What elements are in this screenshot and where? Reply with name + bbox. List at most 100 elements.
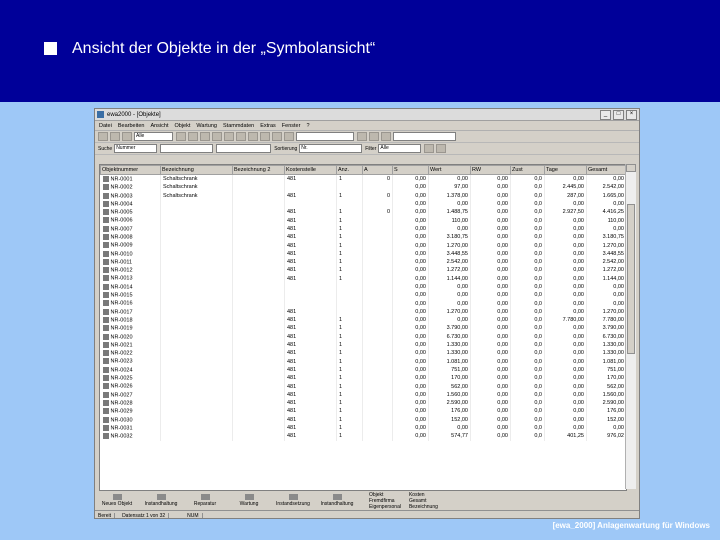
- clear-filter-icon[interactable]: [436, 144, 447, 153]
- search-combo[interactable]: Nummer: [114, 144, 158, 153]
- table-row[interactable]: NR-0019 481 1 0,00 3.790,00 0,00 0,0 0,00 3.790,…: [100, 324, 626, 333]
- column-header[interactable]: Zust: [510, 165, 545, 175]
- table-cell: NR-0001: [100, 174, 161, 184]
- table-row[interactable]: NR-0014 0,00 0,00 0,00 0,0 0,00 0,00: [100, 282, 626, 292]
- column-header[interactable]: A: [362, 165, 393, 175]
- preview-icon[interactable]: [188, 132, 198, 141]
- table-row[interactable]: NR-0018 481 1 0,00 0,00 0,00 0,0 7.780,00 7.780,…: [100, 316, 626, 325]
- table-cell: 0,00: [470, 432, 511, 441]
- column-header[interactable]: Anz.: [336, 165, 363, 175]
- scroll-up-arrow-icon[interactable]: [626, 164, 636, 172]
- table-row[interactable]: NR-0028 481 1 0,00 2.590,00 0,00 0,0 0,00 2.590,…: [100, 399, 626, 408]
- status-text: Bereit: [95, 512, 116, 518]
- menu-fenster[interactable]: Fenster: [282, 123, 301, 129]
- table-row[interactable]: NR-0026 481 1 0,00 562,00 0,00 0,0 0,00 562,00: [100, 382, 626, 391]
- menu-ansicht[interactable]: Ansicht: [150, 123, 168, 129]
- menu-datei[interactable]: Datei: [99, 123, 112, 129]
- table-cell: [362, 382, 393, 391]
- table-row[interactable]: NR-0013 481 1 0,00 1.144,00 0,00 0,0 0,00 1.144,…: [100, 274, 626, 283]
- close-button[interactable]: ×: [626, 109, 637, 120]
- column-header[interactable]: Gesamt: [586, 165, 626, 175]
- list-view-icon[interactable]: [357, 132, 367, 141]
- table-row[interactable]: NR-0001 Schaltschrank 481 1 0 0,00 0,00 0,00 0,0…: [100, 174, 626, 184]
- table-row[interactable]: NR-0017 481 0,00 1.270,00 0,00 0,0 0,00 1.270,0…: [100, 307, 626, 317]
- table-row[interactable]: NR-0011 481 1 0,00 2.542,00 0,00 0,0 0,00 2.542,…: [100, 257, 626, 267]
- column-header[interactable]: Objektnummer: [100, 165, 161, 175]
- table-row[interactable]: NR-0008 481 1 0,00 3.180,75 0,00 0,0 0,00 3.180,…: [100, 233, 626, 242]
- column-header[interactable]: Tage: [544, 165, 587, 175]
- table-row[interactable]: NR-0025 481 1 0,00 170,00 0,00 0,0 0,00 170,00: [100, 374, 626, 383]
- object-number: NR-0002: [110, 184, 133, 191]
- table-row[interactable]: NR-0004 0,00 0,00 0,00 0,0 0,00 0,00: [100, 199, 626, 209]
- table-row[interactable]: NR-0031 481 1 0,00 0,00 0,00 0,0 0,00 0,00: [100, 423, 626, 433]
- column-header[interactable]: Kostenstelle: [284, 165, 337, 175]
- table-row[interactable]: NR-0024 481 1 0,00 751,00 0,00 0,0 0,00 751,00: [100, 365, 626, 375]
- table-row[interactable]: NR-0003 Schaltschrank 481 1 0 0,00 1.378,00 0,0…: [100, 191, 626, 200]
- object-number: NR-0026: [110, 383, 133, 390]
- toolbar-combo-3[interactable]: [393, 132, 456, 141]
- print-icon[interactable]: [176, 132, 186, 141]
- menu-extras[interactable]: Extras: [260, 123, 276, 129]
- table-cell: 0,0: [510, 224, 545, 234]
- menu-bearbeiten[interactable]: Bearbeiten: [118, 123, 145, 129]
- column-header[interactable]: Bezeichnung: [160, 165, 233, 175]
- minimize-button[interactable]: _: [600, 109, 611, 120]
- table-cell: 0,00: [470, 407, 511, 416]
- table-row[interactable]: NR-0016 0,00 0,00 0,00 0,0 0,00 0,00: [100, 299, 626, 308]
- save-icon[interactable]: [122, 132, 132, 141]
- table-row[interactable]: NR-0012 481 1 0,00 1.272,00 0,00 0,0 0,00 1.272,…: [100, 266, 626, 275]
- table-cell: 1: [336, 274, 363, 283]
- object-icon: [102, 316, 109, 323]
- table-cell: 1: [336, 233, 363, 242]
- column-header[interactable]: Wert: [428, 165, 471, 175]
- filter-icon[interactable]: [260, 132, 270, 141]
- table-row[interactable]: NR-0020 481 1 0,00 6.730,00 0,00 0,0 0,00 6.730,…: [100, 332, 626, 341]
- table-row[interactable]: NR-0009 481 1 0,00 1.270,00 0,00 0,0 0,00 1.270,…: [100, 241, 626, 250]
- table-cell: 0,0: [510, 233, 545, 242]
- refresh-icon[interactable]: [284, 132, 294, 141]
- find-icon[interactable]: [248, 132, 258, 141]
- table-cell: NR-0007: [100, 224, 161, 234]
- table-row[interactable]: NR-0030 481 1 0,00 152,00 0,00 0,0 0,00 152,00: [100, 415, 626, 424]
- symbol-view-icon[interactable]: [381, 132, 391, 141]
- search-input-2[interactable]: [216, 144, 272, 153]
- table-row[interactable]: NR-0029 481 1 0,00 176,00 0,00 0,0 0,00 176,00: [100, 407, 626, 416]
- table-row[interactable]: NR-0021 481 1 0,00 1.330,00 0,00 0,0 0,00 1.330,…: [100, 340, 626, 350]
- column-header[interactable]: Bezeichnung 2: [232, 165, 285, 175]
- table-row[interactable]: NR-0007 481 1 0,00 0,00 0,00 0,0 0,00 0,00: [100, 224, 626, 234]
- new-icon[interactable]: [98, 132, 108, 141]
- copy-icon[interactable]: [212, 132, 222, 141]
- table-row[interactable]: NR-0027 481 1 0,00 1.560,00 0,00 0,0 0,00 1.560,…: [100, 390, 626, 400]
- table-row[interactable]: NR-0005 481 1 0 0,00 1.488,75 0,00 0,0 2.927,50 4…: [100, 208, 626, 217]
- cut-icon[interactable]: [200, 132, 210, 141]
- search-input[interactable]: [160, 144, 214, 153]
- table-cell: 1: [336, 432, 363, 441]
- view-combo[interactable]: Alle: [134, 132, 173, 141]
- table-row[interactable]: NR-0006 481 1 0,00 110,00 0,00 0,0 0,00 110,00: [100, 216, 626, 225]
- menu-objekt[interactable]: Objekt: [175, 123, 191, 129]
- paste-icon[interactable]: [224, 132, 234, 141]
- delete-icon[interactable]: [236, 132, 246, 141]
- toolbar-combo-2[interactable]: [296, 132, 354, 141]
- column-header[interactable]: RW: [470, 165, 511, 175]
- menu-wartung[interactable]: Wartung: [196, 123, 217, 129]
- table-row[interactable]: NR-0010 481 1 0,00 3.448,55 0,00 0,0 0,00 3.448,…: [100, 249, 626, 258]
- vertical-scrollbar[interactable]: [625, 164, 636, 489]
- open-icon[interactable]: [110, 132, 120, 141]
- table-row[interactable]: NR-0002 Schaltschrank 0,00 97,00 0,00 0,0 2.44…: [100, 183, 626, 192]
- window-titlebar[interactable]: ewa2000 - [Objekte] _ □ ×: [95, 109, 639, 121]
- sort-combo[interactable]: Nr.: [299, 144, 363, 153]
- scroll-thumb[interactable]: [627, 204, 635, 354]
- table-row[interactable]: NR-0023 481 1 0,00 1.081,00 0,00 0,0 0,00 1.081,…: [100, 357, 626, 366]
- menu-help[interactable]: ?: [306, 123, 309, 129]
- column-header[interactable]: S: [392, 165, 429, 175]
- maximize-button[interactable]: □: [613, 109, 624, 120]
- detail-view-icon[interactable]: [369, 132, 379, 141]
- table-row[interactable]: NR-0015 0,00 0,00 0,00 0,0 0,00 0,00: [100, 291, 626, 300]
- sort-icon[interactable]: [272, 132, 282, 141]
- apply-filter-icon[interactable]: [424, 144, 435, 153]
- filter-combo[interactable]: Alle: [378, 144, 422, 153]
- table-row[interactable]: NR-0022 481 1 0,00 1.330,00 0,00 0,0 0,00 1.330,…: [100, 349, 626, 358]
- menu-stammdaten[interactable]: Stammdaten: [223, 123, 254, 129]
- table-row[interactable]: NR-0032 481 1 0,00 574,77 0,00 0,0 401,25 976,02: [100, 432, 626, 441]
